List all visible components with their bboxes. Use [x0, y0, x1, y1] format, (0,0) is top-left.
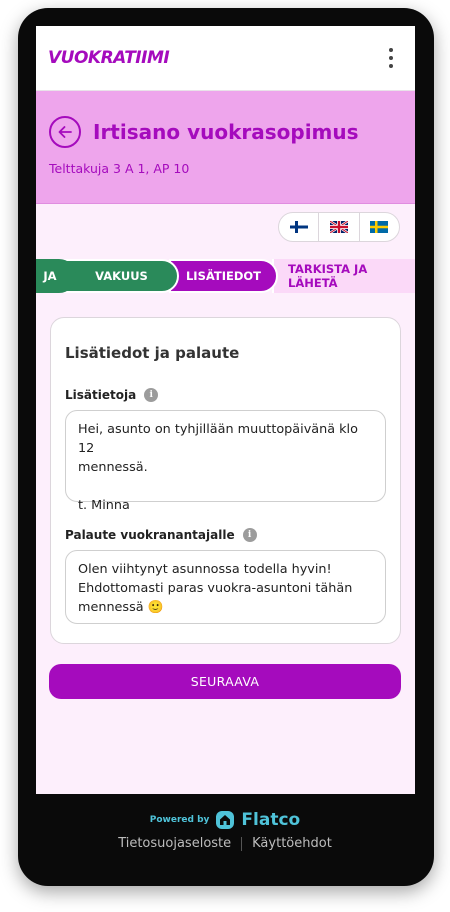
tab-step-previous[interactable]: JA — [36, 259, 76, 293]
next-button[interactable]: SEURAAVA — [49, 664, 401, 699]
page-header: Irtisano vuokrasopimus Telttakuja 3 A 1,… — [36, 91, 415, 204]
back-arrow-icon[interactable] — [49, 116, 81, 148]
step-tabs: JA VAKUUS LISÄTIEDOT TARKISTA JA LÄHETÄ — [36, 259, 415, 293]
flatco-brand[interactable]: Flatco — [241, 810, 300, 830]
property-address: Telttakuja 3 A 1, AP 10 — [49, 161, 190, 176]
privacy-link[interactable]: Tietosuojaseloste — [118, 836, 231, 851]
footer-divider — [241, 836, 243, 851]
card-title: Lisätiedot ja palaute — [65, 344, 240, 362]
finland-flag-icon[interactable] — [279, 213, 318, 241]
uk-flag-icon[interactable] — [318, 213, 358, 241]
feedback-textarea[interactable]: Olen viihtynyt asunnossa todella hyvin! … — [65, 550, 386, 624]
info-icon[interactable]: i — [242, 528, 257, 542]
info-label-text: Lisätietoja — [65, 388, 137, 402]
powered-by-text: Powered by — [149, 815, 210, 825]
app-bar: VUOKRATIIMI — [36, 26, 415, 91]
feedback-field-label: Palaute vuokranantajalle i — [65, 528, 386, 542]
tab-tarkista-ja-laheta[interactable]: TARKISTA JA LÄHETÄ — [272, 259, 415, 293]
powered-by: Powered by Flatco — [0, 810, 450, 830]
language-switcher — [278, 212, 400, 242]
terms-link[interactable]: Käyttöehdot — [252, 836, 332, 851]
tab-vakuus[interactable]: VAKUUS — [64, 259, 179, 293]
sweden-flag-icon[interactable] — [358, 213, 399, 241]
info-icon[interactable]: i — [144, 388, 159, 402]
page-title: Irtisano vuokrasopimus — [93, 120, 359, 144]
tab-lisatiedot[interactable]: LISÄTIEDOT — [169, 259, 278, 293]
app-screen: VUOKRATIIMI Irtisano vuokrasopimus Teltt… — [36, 26, 415, 794]
app-logo[interactable]: VUOKRATIIMI — [48, 48, 170, 68]
info-textarea[interactable]: Hei, asunto on tyhjillään muuttopäivänä … — [65, 410, 386, 513]
flatco-logo-icon — [216, 811, 235, 829]
footer-links: Tietosuojaseloste Käyttöehdot — [0, 836, 450, 851]
feedback-card: Lisätiedot ja palaute Lisätietoja i Hei,… — [50, 317, 401, 644]
feedback-label-text: Palaute vuokranantajalle — [65, 528, 235, 542]
info-field-label: Lisätietoja i — [65, 388, 386, 402]
more-menu-icon[interactable] — [381, 42, 401, 74]
